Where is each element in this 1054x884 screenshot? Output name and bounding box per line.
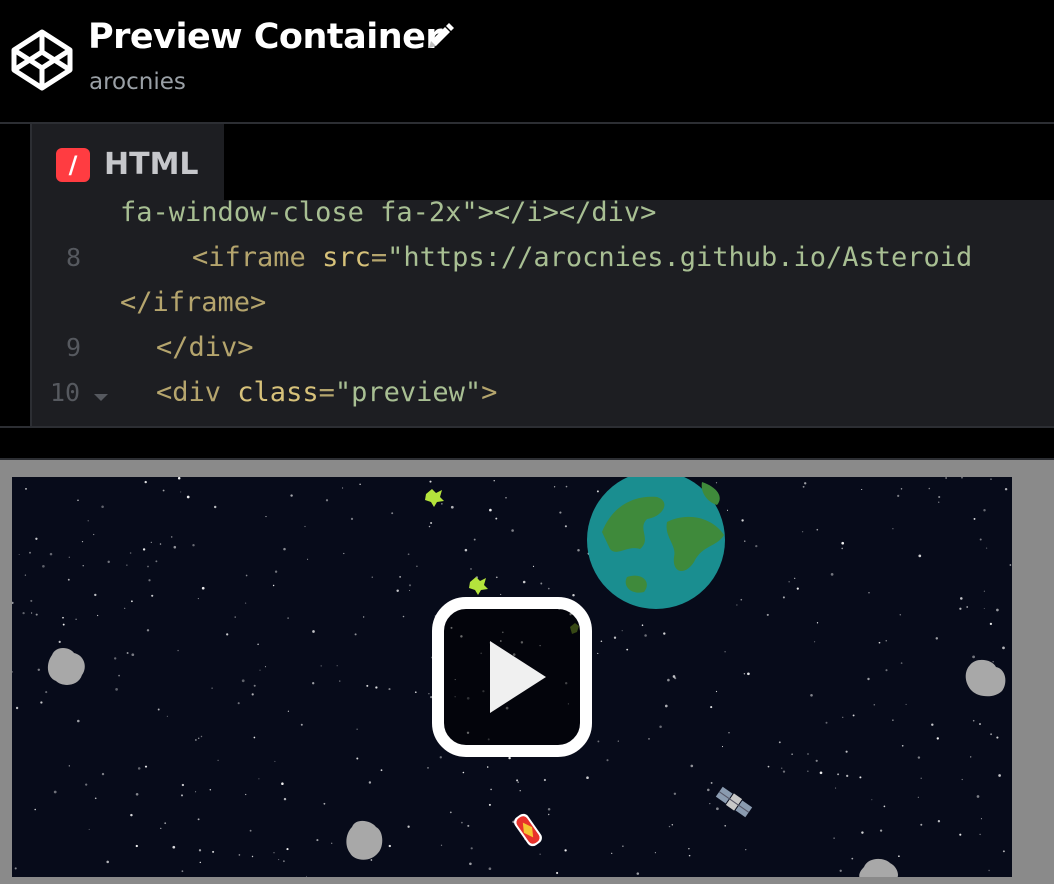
play-icon [432, 597, 592, 757]
asteroid [47, 648, 85, 685]
game-preview[interactable] [12, 477, 1012, 877]
editor-footer [0, 426, 1054, 460]
pen-title: Preview Container [88, 17, 443, 57]
play-button[interactable] [432, 597, 592, 757]
green-ship [469, 577, 488, 595]
pen-header: Preview Container arocnies [0, 0, 1054, 122]
tab-html-label: HTML [104, 147, 199, 182]
asteroid [965, 659, 1006, 697]
fold-arrow-icon[interactable] [94, 394, 108, 401]
tab-strip [224, 124, 1054, 200]
code-line: <iframe src="https://arocnies.github.io/… [192, 242, 973, 273]
editor-divider [0, 426, 1054, 428]
line-number: 9 [66, 333, 82, 362]
pen-author[interactable]: arocnies [89, 67, 186, 97]
asteroid [346, 820, 383, 860]
html-editor[interactable]: / HTML fa-window-close fa-2x"></i></div>… [30, 124, 1054, 426]
line-number: 10 [50, 378, 81, 407]
tab-html[interactable]: / HTML [32, 124, 224, 200]
player-ship [514, 813, 542, 847]
codepen-logo-icon[interactable] [10, 28, 74, 92]
pencil-icon[interactable] [425, 22, 455, 52]
satellite [715, 786, 753, 818]
code-editor-panel: / HTML fa-window-close fa-2x"></i></div>… [0, 124, 1054, 426]
asteroid [859, 858, 898, 877]
code-line: </iframe> [120, 287, 267, 318]
html-icon: / [56, 148, 90, 182]
line-number: 8 [66, 243, 82, 272]
code-line: </div> [156, 332, 254, 363]
code-line: <div class="preview"> [156, 377, 498, 408]
planet-earth [587, 477, 725, 609]
preview-area [0, 460, 1054, 884]
code-line: fa-window-close fa-2x"></i></div> [120, 197, 657, 228]
green-ship [425, 489, 444, 507]
